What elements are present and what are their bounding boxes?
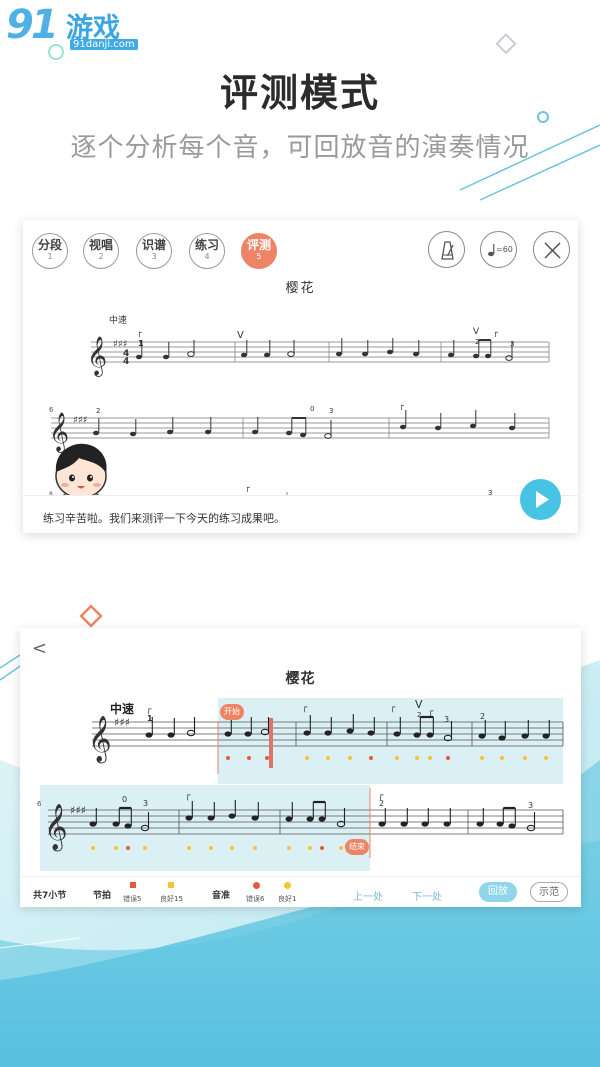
mode-label: 分段 [37, 238, 62, 252]
svg-text:𝄞: 𝄞 [44, 804, 68, 852]
pitch-good-count: 良好1 [278, 895, 297, 903]
pitch-wrong-count: 错误6 [246, 895, 265, 903]
close-button[interactable] [533, 231, 570, 268]
mode-button-practice[interactable]: 练习 4 [189, 233, 225, 269]
svg-text:3: 3 [143, 799, 148, 808]
svg-text:1: 1 [147, 714, 153, 723]
mode-number: 5 [256, 252, 262, 261]
rhythm-good-marker [168, 882, 174, 888]
rhythm-wrong-count: 错误5 [123, 895, 142, 903]
svg-text:4: 4 [123, 357, 129, 367]
message-bar: 练习辛苦啦。我们来测评一下今天的练习成果吧。 [23, 495, 578, 533]
start-marker: 开始 [220, 704, 244, 720]
svg-text:V: V [237, 330, 244, 341]
metronome-button[interactable] [428, 231, 465, 268]
svg-text:┌: ┌ [137, 328, 142, 338]
svg-text:0: 0 [122, 795, 127, 804]
svg-text:♯♯♯: ♯♯♯ [73, 415, 88, 426]
mode-button-evaluate[interactable]: 评测 5 [241, 233, 277, 269]
mode-button-sight-sing[interactable]: 视唱 2 [83, 233, 119, 269]
mode-label: 视唱 [88, 238, 113, 252]
measure-number: 6 [37, 800, 42, 808]
rhythm-good-count: 良好15 [160, 895, 183, 903]
mode-number: 1 [47, 252, 53, 261]
rhythm-result-dots [91, 846, 343, 850]
mode-number: 4 [204, 252, 210, 261]
svg-text:3: 3 [444, 715, 449, 724]
end-marker: 结束 [345, 839, 369, 855]
evaluation-screen-card: 分段 1 视唱 2 识谱 3 练习 4 评测 5 =60 樱花 中速 𝄞 ♯♯♯… [23, 220, 578, 533]
playback-screen-card: < 樱花 中速 𝄞 ♯♯♯ ┌ 1 ┌ ┌ V 2 ┌ 3 2 6 𝄞 ♯♯♯ … [20, 628, 581, 907]
svg-text:2: 2 [480, 712, 485, 721]
mode-label: 评测 [246, 238, 271, 252]
svg-text:3: 3 [528, 801, 533, 810]
page-headline: 评测模式 [219, 71, 380, 115]
next-issue-link[interactable]: 下一处 [412, 888, 442, 903]
svg-text:♯♯♯: ♯♯♯ [114, 716, 130, 729]
rhythm-label: 节拍 [93, 891, 112, 901]
sheet-music-staff: 𝄞 ♯♯♯ ┌ 1 ┌ ┌ V 2 ┌ 3 2 6 𝄞 ♯♯♯ 0 3 ┌ ┌ … [37, 698, 564, 858]
tempo-button[interactable]: =60 [480, 231, 517, 268]
mode-label: 练习 [194, 238, 219, 252]
mode-number: 2 [98, 252, 104, 261]
svg-text:V: V [473, 327, 480, 337]
demo-button[interactable]: 示范 [530, 882, 568, 902]
play-icon [536, 491, 549, 508]
svg-text:3: 3 [329, 407, 333, 415]
svg-text:♯♯♯: ♯♯♯ [70, 804, 86, 817]
svg-text:V: V [415, 698, 423, 711]
mode-label: 识谱 [141, 238, 166, 252]
replay-button[interactable]: 回放 [479, 882, 517, 902]
svg-text:2: 2 [96, 407, 100, 415]
cartoon-boy-avatar [55, 443, 107, 502]
close-icon [544, 242, 561, 259]
svg-text:𝄞: 𝄞 [88, 716, 112, 764]
pitch-label: 音准 [212, 891, 231, 901]
mode-button-segment[interactable]: 分段 1 [32, 233, 68, 269]
svg-text:𝄞: 𝄞 [87, 336, 107, 377]
svg-text:3: 3 [510, 340, 514, 348]
svg-text:┌: ┌ [390, 703, 396, 713]
metronome-icon [441, 241, 454, 260]
previous-issue-link[interactable]: 上一处 [353, 888, 383, 903]
page-subheadline: 逐个分析每个音，可回放音的演奏情况 [70, 133, 530, 163]
mode-button-read-score[interactable]: 识谱 3 [136, 233, 172, 269]
encouragement-message: 练习辛苦啦。我们来测评一下今天的练习成果吧。 [43, 512, 285, 525]
total-measures: 共7小节 [33, 891, 67, 901]
mode-number: 3 [151, 252, 157, 261]
svg-text:┌: ┌ [302, 703, 308, 713]
watermark-number: 91 [6, 2, 59, 48]
rhythm-wrong-marker [130, 882, 136, 888]
svg-text:1: 1 [138, 339, 144, 348]
pitch-wrong-marker [253, 882, 260, 889]
evaluation-summary-bar: 共7小节 节拍 错误5 良好15 音准 错误6 良好1 上一处 下一处 回放 示… [20, 876, 581, 907]
svg-text:2: 2 [475, 338, 479, 346]
svg-text:2: 2 [379, 799, 384, 808]
svg-text:┌: ┌ [428, 707, 434, 717]
site-watermark-logo: 91 游戏 91danji.com [4, 2, 144, 54]
svg-text:2: 2 [417, 711, 421, 719]
svg-text:┌: ┌ [185, 791, 191, 801]
play-button[interactable] [520, 479, 561, 520]
watermark-url: 91danji.com [70, 39, 138, 50]
tempo-value: =60 [496, 245, 513, 254]
svg-text:0: 0 [310, 405, 314, 413]
svg-text:┌: ┌ [245, 483, 250, 493]
pitch-good-marker [284, 882, 291, 889]
svg-text:┌: ┌ [493, 328, 498, 338]
svg-text:┌: ┌ [399, 401, 404, 411]
rhythm-result-dots [226, 756, 548, 760]
song-title: 樱花 [285, 281, 316, 296]
